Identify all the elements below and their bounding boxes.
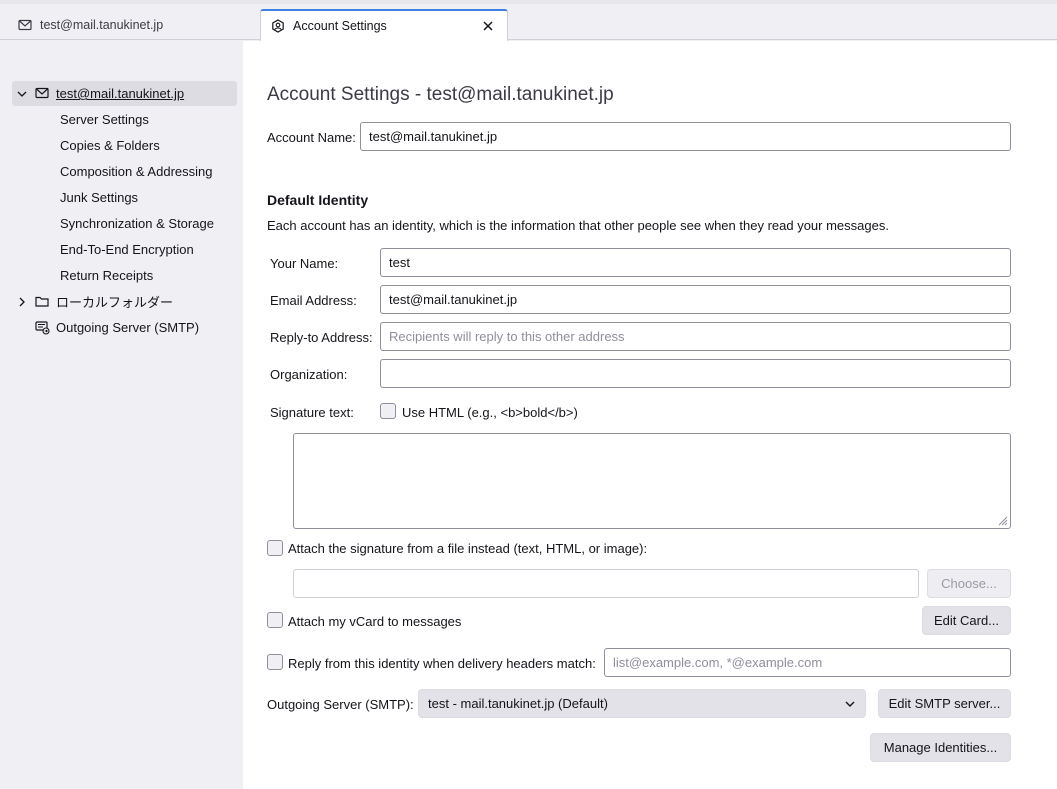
- account-name-input[interactable]: [360, 122, 1011, 151]
- sidebar-item-e2e-encryption[interactable]: End-To-End Encryption: [60, 240, 194, 260]
- chevron-down-icon: [845, 701, 855, 707]
- tree-item-account-label: test@mail.tanukinet.jp: [56, 86, 185, 101]
- attach-signature-label: Attach the signature from a file instead…: [288, 541, 648, 556]
- email-address-input[interactable]: [380, 285, 1011, 314]
- reply-to-label: Reply-to Address:: [270, 330, 373, 345]
- edit-smtp-button[interactable]: Edit SMTP server...: [878, 689, 1011, 718]
- signature-text-label: Signature text:: [270, 405, 354, 420]
- sidebar-item-return-receipts[interactable]: Return Receipts: [60, 266, 153, 286]
- settings-icon: [271, 19, 285, 33]
- manage-identities-button[interactable]: Manage Identities...: [870, 733, 1011, 762]
- tree-item-outgoing-server[interactable]: Outgoing Server (SMTP): [12, 315, 237, 340]
- attach-vcard-label: Attach my vCard to messages: [288, 614, 462, 629]
- reply-from-identity-label: Reply from this identity when delivery h…: [288, 656, 596, 671]
- tab-account-settings[interactable]: Account Settings: [260, 9, 508, 41]
- organization-label: Organization:: [270, 367, 348, 382]
- sidebar-item-copies-folders[interactable]: Copies & Folders: [60, 136, 160, 156]
- use-html-checkbox[interactable]: [380, 403, 396, 419]
- resize-grip-icon[interactable]: [996, 514, 1008, 526]
- outgoing-server-icon: [34, 320, 50, 336]
- sidebar-item-junk[interactable]: Junk Settings: [60, 188, 138, 208]
- identity-description: Each account has an identity, which is t…: [267, 218, 889, 233]
- choose-button[interactable]: Choose...: [927, 569, 1011, 598]
- attach-vcard-checkbox[interactable]: [267, 612, 283, 628]
- tab-mail-label: test@mail.tanukinet.jp: [40, 17, 164, 32]
- organization-input[interactable]: [380, 359, 1011, 388]
- chevron-down-icon[interactable]: [14, 86, 30, 102]
- attach-signature-checkbox[interactable]: [267, 540, 283, 556]
- tab-account-settings-label: Account Settings: [293, 19, 387, 33]
- email-address-label: Email Address:: [270, 293, 357, 308]
- account-tree: test@mail.tanukinet.jp Server Settings C…: [0, 41, 243, 789]
- sidebar-item-sync-storage[interactable]: Synchronization & Storage: [60, 214, 214, 234]
- chevron-right-icon[interactable]: [14, 294, 30, 310]
- close-icon[interactable]: [479, 17, 497, 35]
- sidebar-item-composition[interactable]: Composition & Addressing: [60, 162, 212, 182]
- page-title: Account Settings - test@mail.tanukinet.j…: [267, 84, 614, 105]
- signature-file-input[interactable]: [293, 569, 919, 598]
- tree-item-account[interactable]: test@mail.tanukinet.jp: [12, 81, 237, 106]
- mail-account-icon: [34, 86, 50, 102]
- your-name-input[interactable]: [380, 248, 1011, 277]
- your-name-label: Your Name:: [270, 256, 339, 271]
- reply-to-input[interactable]: [380, 322, 1011, 351]
- default-identity-heading: Default Identity: [267, 192, 369, 208]
- edit-card-button[interactable]: Edit Card...: [922, 606, 1011, 635]
- tab-bar: test@mail.tanukinet.jp Account Settings: [0, 4, 1057, 41]
- use-html-label: Use HTML (e.g., <b>bold</b>): [402, 405, 578, 420]
- tab-mail[interactable]: test@mail.tanukinet.jp: [8, 9, 248, 40]
- tree-item-local-folders[interactable]: ローカルフォルダー: [12, 289, 237, 314]
- outgoing-server-label: Outgoing Server (SMTP):: [267, 697, 414, 712]
- smtp-server-select[interactable]: test - mail.tanukinet.jp (Default): [418, 689, 866, 718]
- tree-item-local-folders-label: ローカルフォルダー: [56, 295, 174, 310]
- reply-from-identity-checkbox[interactable]: [267, 654, 283, 670]
- account-settings-pane: Account Settings - test@mail.tanukinet.j…: [243, 41, 1057, 789]
- signature-textarea[interactable]: [293, 433, 1011, 529]
- sidebar-item-server-settings[interactable]: Server Settings: [60, 110, 149, 130]
- delivery-headers-input[interactable]: [604, 648, 1011, 677]
- folder-icon: [34, 294, 50, 310]
- mail-account-icon: [18, 18, 32, 32]
- tree-item-outgoing-server-label: Outgoing Server (SMTP): [56, 320, 200, 335]
- account-name-label: Account Name:: [267, 130, 356, 145]
- smtp-server-value: test - mail.tanukinet.jp (Default): [428, 696, 608, 711]
